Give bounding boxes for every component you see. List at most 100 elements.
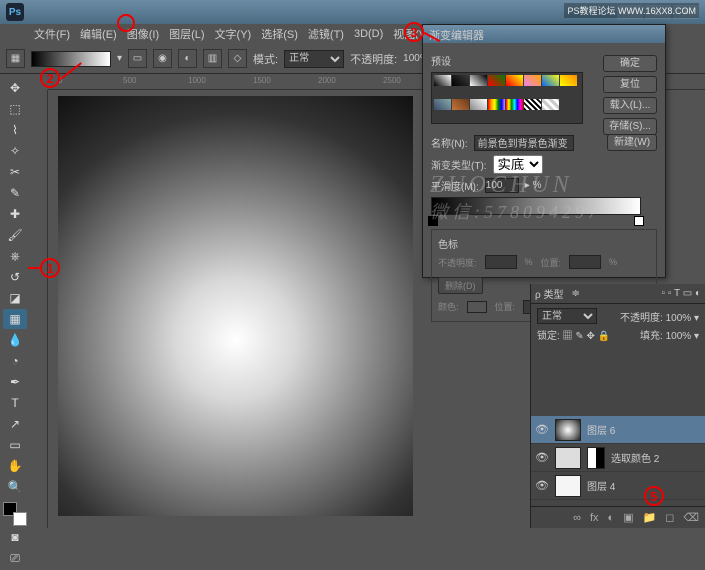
wand-tool[interactable]: ✧ xyxy=(3,141,27,161)
hand-tool[interactable]: ✋ xyxy=(3,456,27,476)
heal-tool[interactable]: ✚ xyxy=(3,204,27,224)
gradient-dropdown-icon[interactable]: ▾ xyxy=(117,53,122,64)
new-button[interactable]: 新建(W) xyxy=(607,134,657,151)
crop-tool[interactable]: ✂ xyxy=(3,162,27,182)
stamp-tool[interactable]: ⎈ xyxy=(3,246,27,266)
gradient-type-select[interactable]: 实底 xyxy=(493,155,543,174)
color-stop-right[interactable] xyxy=(634,216,644,226)
gradient-radial-icon[interactable]: ◉ xyxy=(153,49,172,68)
eraser-tool[interactable]: ◪ xyxy=(3,288,27,308)
menu-select[interactable]: 选择(S) xyxy=(257,24,302,44)
layer-thumb[interactable] xyxy=(555,447,581,469)
smooth-input[interactable] xyxy=(485,178,519,193)
color-swatches[interactable] xyxy=(3,502,27,526)
menu-type[interactable]: 文字(Y) xyxy=(211,24,256,44)
zoom-tool[interactable]: 🔍 xyxy=(3,477,27,497)
visibility-icon[interactable]: 👁 xyxy=(535,451,549,464)
preset-swatch[interactable] xyxy=(524,99,541,110)
load-button[interactable]: 载入(L)... xyxy=(603,97,657,114)
preset-swatch[interactable] xyxy=(560,75,577,86)
delete-stop-button[interactable]: 删除(D) xyxy=(438,277,483,294)
fx-icon[interactable]: fx xyxy=(590,512,599,524)
marquee-tool[interactable]: ⬚ xyxy=(3,99,27,119)
gradient-diamond-icon[interactable]: ◇ xyxy=(228,49,247,68)
new-layer-icon[interactable]: ◻ xyxy=(665,511,674,524)
gradient-linear-icon[interactable]: ▭ xyxy=(128,49,147,68)
visibility-icon[interactable]: 👁 xyxy=(535,423,549,436)
stop-opacity-input[interactable] xyxy=(485,255,517,269)
brush-tool[interactable]: 🖌 xyxy=(3,225,27,245)
layers-panel: ρ 类型 ≑ ▫ ▫ T ▭ ◐ 正常 不透明度: 100% ▾ 锁定: ▦ ✎… xyxy=(530,284,705,528)
fill-value[interactable]: 100% xyxy=(666,331,692,342)
filter-dropdown-icon[interactable]: ≑ xyxy=(571,288,579,299)
preset-swatch[interactable] xyxy=(452,75,469,86)
preset-swatch[interactable] xyxy=(506,99,523,110)
background-color[interactable] xyxy=(13,512,27,526)
screenmode-tool[interactable]: ⎚ xyxy=(3,548,27,568)
path-tool[interactable]: ↗ xyxy=(3,414,27,434)
dodge-tool[interactable]: ◔ xyxy=(3,351,27,371)
layer-row[interactable]: 👁 图层 6 xyxy=(531,416,705,444)
filter-kind[interactable]: ρ 类型 xyxy=(535,286,563,301)
preset-swatch[interactable] xyxy=(542,75,559,86)
trash-icon[interactable]: ⌫ xyxy=(683,511,699,524)
visibility-icon[interactable]: 👁 xyxy=(535,479,549,492)
type-tool[interactable]: T xyxy=(3,393,27,413)
layer-thumb[interactable] xyxy=(555,419,581,441)
presets-label: 预设 xyxy=(431,53,451,68)
layer-opacity-value[interactable]: 100% xyxy=(666,313,692,324)
gradient-tool[interactable]: ▦ xyxy=(3,309,27,329)
save-button[interactable]: 存储(S)... xyxy=(603,118,657,135)
gradient-name-input[interactable] xyxy=(474,135,574,151)
gradient-presets xyxy=(431,72,583,124)
color-stop-left[interactable] xyxy=(428,216,438,226)
preset-swatch[interactable] xyxy=(434,75,451,86)
preset-swatch[interactable] xyxy=(542,99,559,110)
ruler-tick: 0 xyxy=(58,76,62,85)
lasso-tool[interactable]: ⌇ xyxy=(3,120,27,140)
layer-row[interactable]: 👁 图层 4 xyxy=(531,472,705,500)
preset-swatch[interactable] xyxy=(524,75,541,86)
preset-swatch[interactable] xyxy=(470,75,487,86)
preset-swatch[interactable] xyxy=(470,99,487,110)
menu-file[interactable]: 文件(F) xyxy=(30,24,74,44)
gradient-preview[interactable] xyxy=(31,51,111,67)
layer-row[interactable]: 👁 选取颜色 2 xyxy=(531,444,705,472)
gradient-bar[interactable] xyxy=(431,197,641,215)
menu-image[interactable]: 图像(I) xyxy=(123,24,163,44)
shape-tool[interactable]: ▭ xyxy=(3,435,27,455)
document-canvas[interactable] xyxy=(58,96,413,516)
gradient-reflected-icon[interactable]: ▥ xyxy=(203,49,222,68)
link-icon[interactable]: ∞ xyxy=(573,512,581,524)
eyedropper-tool[interactable]: ✎ xyxy=(3,183,27,203)
stop-pos-input[interactable] xyxy=(569,255,601,269)
ok-button[interactable]: 确定 xyxy=(603,55,657,72)
menu-filter[interactable]: 滤镜(T) xyxy=(304,24,348,44)
history-brush-tool[interactable]: ↺ xyxy=(3,267,27,287)
layer-thumb[interactable] xyxy=(555,475,581,497)
preset-swatch[interactable] xyxy=(488,75,505,86)
gradient-angle-icon[interactable]: ◐ xyxy=(178,49,197,68)
ruler-tick: 1000 xyxy=(188,76,206,85)
preset-swatch[interactable] xyxy=(488,99,505,110)
menu-edit[interactable]: 编辑(E) xyxy=(76,24,121,44)
preset-swatch[interactable] xyxy=(452,99,469,110)
adjustment-icon[interactable]: ▣ xyxy=(623,511,633,524)
stop-color-swatch[interactable] xyxy=(467,301,487,313)
blend-mode-select[interactable]: 正常 xyxy=(284,50,344,68)
cancel-button[interactable]: 复位 xyxy=(603,76,657,93)
preset-swatch[interactable] xyxy=(434,99,451,110)
menu-3d[interactable]: 3D(D) xyxy=(350,26,387,42)
move-tool[interactable]: ✥ xyxy=(3,78,27,98)
tool-preset-icon[interactable]: ▦ xyxy=(6,49,25,68)
menu-layer[interactable]: 图层(L) xyxy=(165,24,208,44)
mask-icon[interactable]: ◐ xyxy=(608,512,615,524)
pen-tool[interactable]: ✒ xyxy=(3,372,27,392)
group-icon[interactable]: 📁 xyxy=(643,511,657,524)
layers-bottom-bar: ∞ fx ◐ ▣ 📁 ◻ ⌫ xyxy=(531,506,705,528)
layer-mask-thumb[interactable] xyxy=(587,447,605,469)
quickmask-tool[interactable]: ◙ xyxy=(3,527,27,547)
layer-blend-select[interactable]: 正常 xyxy=(537,308,597,324)
preset-swatch[interactable] xyxy=(506,75,523,86)
blur-tool[interactable]: 💧 xyxy=(3,330,27,350)
